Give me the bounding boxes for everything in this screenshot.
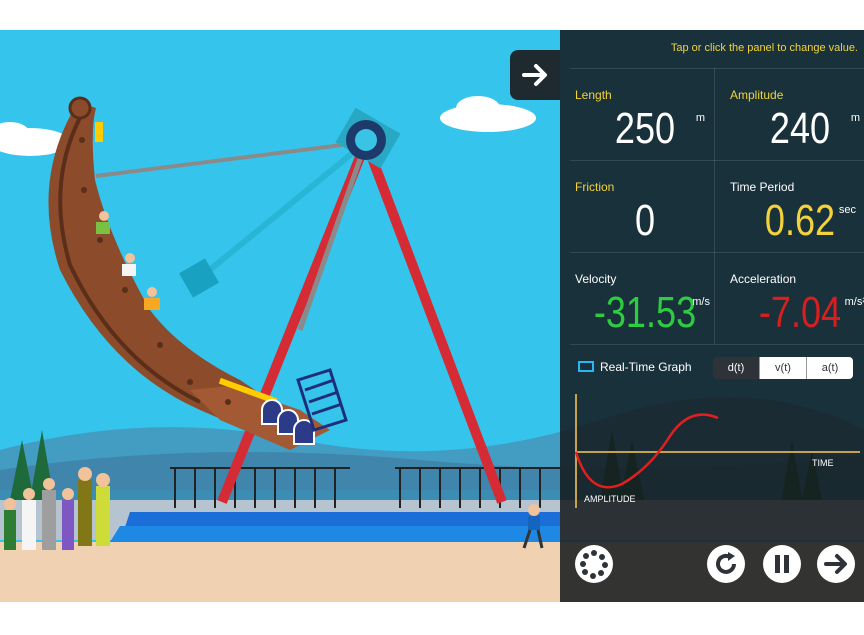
pause-icon <box>763 545 801 583</box>
time-period-field: Time Period 0.62 sec <box>730 162 864 246</box>
time-period-label: Time Period <box>730 180 795 194</box>
amplitude-label: Amplitude <box>730 88 784 102</box>
settings-dots-icon <box>575 545 613 583</box>
acceleration-label: Acceleration <box>730 272 797 286</box>
tab-velocity[interactable]: v(t) <box>759 357 806 379</box>
panel-hint: Tap or click the panel to change value. <box>670 42 858 54</box>
settings-button[interactable] <box>574 544 614 584</box>
friction-field[interactable]: Friction 0 <box>575 162 715 246</box>
amplitude-unit: m <box>850 112 860 124</box>
tab-acceleration[interactable]: a(t) <box>806 357 853 379</box>
acceleration-field: Acceleration -7.04 m/s² <box>730 254 864 338</box>
reset-button[interactable] <box>706 544 746 584</box>
right-arrow-icon <box>522 64 547 86</box>
friction-label: Friction <box>575 180 615 194</box>
reset-icon <box>707 545 745 583</box>
friction-value: 0 <box>634 196 656 245</box>
next-button[interactable] <box>816 544 856 584</box>
graph-curve <box>574 413 719 489</box>
length-unit: m <box>695 112 705 124</box>
velocity-label: Velocity <box>575 272 617 286</box>
velocity-unit: m/s <box>692 296 710 308</box>
control-panel[interactable]: Tap or click the panel to change value. … <box>560 30 864 602</box>
amplitude-value: 240 <box>769 104 831 153</box>
tab-distance[interactable]: d(t) <box>713 357 759 379</box>
velocity-field: Velocity -31.53 m/s <box>575 254 715 338</box>
next-arrow-icon <box>817 545 855 583</box>
real-time-graph-title: Real-Time Graph <box>600 360 692 374</box>
expand-panel-button[interactable] <box>510 50 560 100</box>
length-value: 250 <box>614 104 676 153</box>
velocity-value: -31.53 <box>593 288 697 337</box>
graph-time-label: TIME <box>812 458 834 468</box>
length-field[interactable]: Length 250 m <box>575 70 715 154</box>
length-label: Length <box>575 88 612 102</box>
amplitude-field[interactable]: Amplitude 240 m <box>730 70 864 154</box>
acceleration-value: -7.04 <box>758 288 842 337</box>
time-period-unit: sec <box>838 204 856 216</box>
graph-amplitude-label: AMPLITUDE <box>584 494 636 504</box>
acceleration-unit: m/s² <box>844 296 864 308</box>
real-time-graph-header: Real-Time Graph <box>578 360 692 374</box>
pause-button[interactable] <box>762 544 802 584</box>
monitor-icon <box>578 361 594 372</box>
graph-tabs: d(t) v(t) a(t) <box>713 357 853 379</box>
